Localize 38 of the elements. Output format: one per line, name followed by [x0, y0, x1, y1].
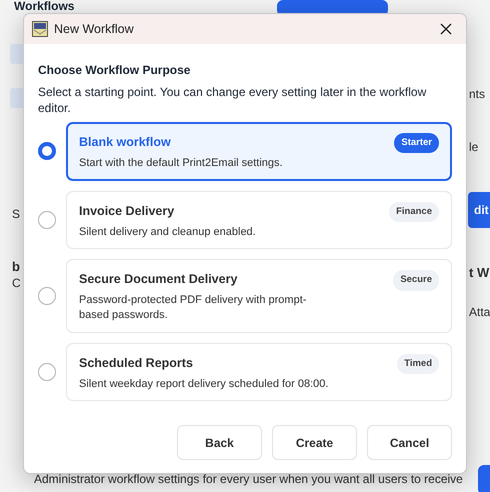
dialog-button[interactable]: Back	[177, 425, 262, 460]
option-title: Blank workflow	[79, 134, 172, 152]
app-icon	[32, 21, 48, 37]
option-card[interactable]: Secure Document Delivery Password-protected PDF delivery with prompt-based passwords. Secure	[66, 259, 452, 333]
close-icon	[440, 22, 452, 35]
option-description: Silent delivery and cleanup enabled.	[79, 224, 256, 240]
radio-button[interactable]	[38, 211, 56, 230]
background-text: C	[12, 275, 21, 292]
instruction-text: Select a starting point. You can change every setting later in the workflow editor.	[38, 85, 428, 116]
background-heading: b	[12, 258, 20, 276]
option-title: Invoice Delivery	[79, 202, 176, 220]
option-card[interactable]: Invoice Delivery Silent delivery and cleanup enabled. Finance	[66, 190, 452, 250]
background-text: nts	[469, 86, 486, 103]
tag-label: Secure	[393, 270, 439, 291]
radio-button[interactable]	[38, 363, 56, 382]
radio-button[interactable]	[38, 142, 56, 160]
option-description: Start with the default Print2Email settings.	[79, 156, 283, 171]
dialog-button[interactable]: Cancel	[367, 425, 452, 460]
tag-label: Starter	[394, 133, 439, 154]
tag-label: Finance	[389, 202, 439, 222]
option-description: Silent weekday report delivery scheduled for 08:00.	[79, 376, 328, 392]
background-text: S	[12, 206, 20, 223]
dialog-button[interactable]: Create	[272, 425, 357, 460]
window-title: New Workflow	[54, 20, 134, 38]
section-heading: Choose Workflow Purpose	[38, 62, 192, 79]
background-text: Administrator workflow settings for every user when you want all users to receive	[34, 471, 463, 488]
radio-button[interactable]	[38, 287, 56, 306]
edit-button[interactable]: dit	[468, 192, 490, 228]
option-title: Scheduled Reports	[79, 354, 194, 372]
option-card[interactable]: Scheduled Reports Silent weekday report delivery scheduled for 08:00. Timed	[66, 342, 452, 402]
background-text: le	[469, 139, 478, 156]
option-title: Secure Document Delivery	[79, 271, 238, 288]
background-heading: t W	[469, 264, 490, 282]
option-card[interactable]: Blank workflow Start with the default Print2Email settings. Starter	[66, 122, 452, 181]
option-description: Password-protected PDF delivery with prompt-based passwords.	[79, 293, 308, 323]
tag-label: Timed	[397, 354, 439, 374]
background-text: Atta	[469, 304, 490, 321]
page-title: Workflows	[14, 0, 74, 13]
